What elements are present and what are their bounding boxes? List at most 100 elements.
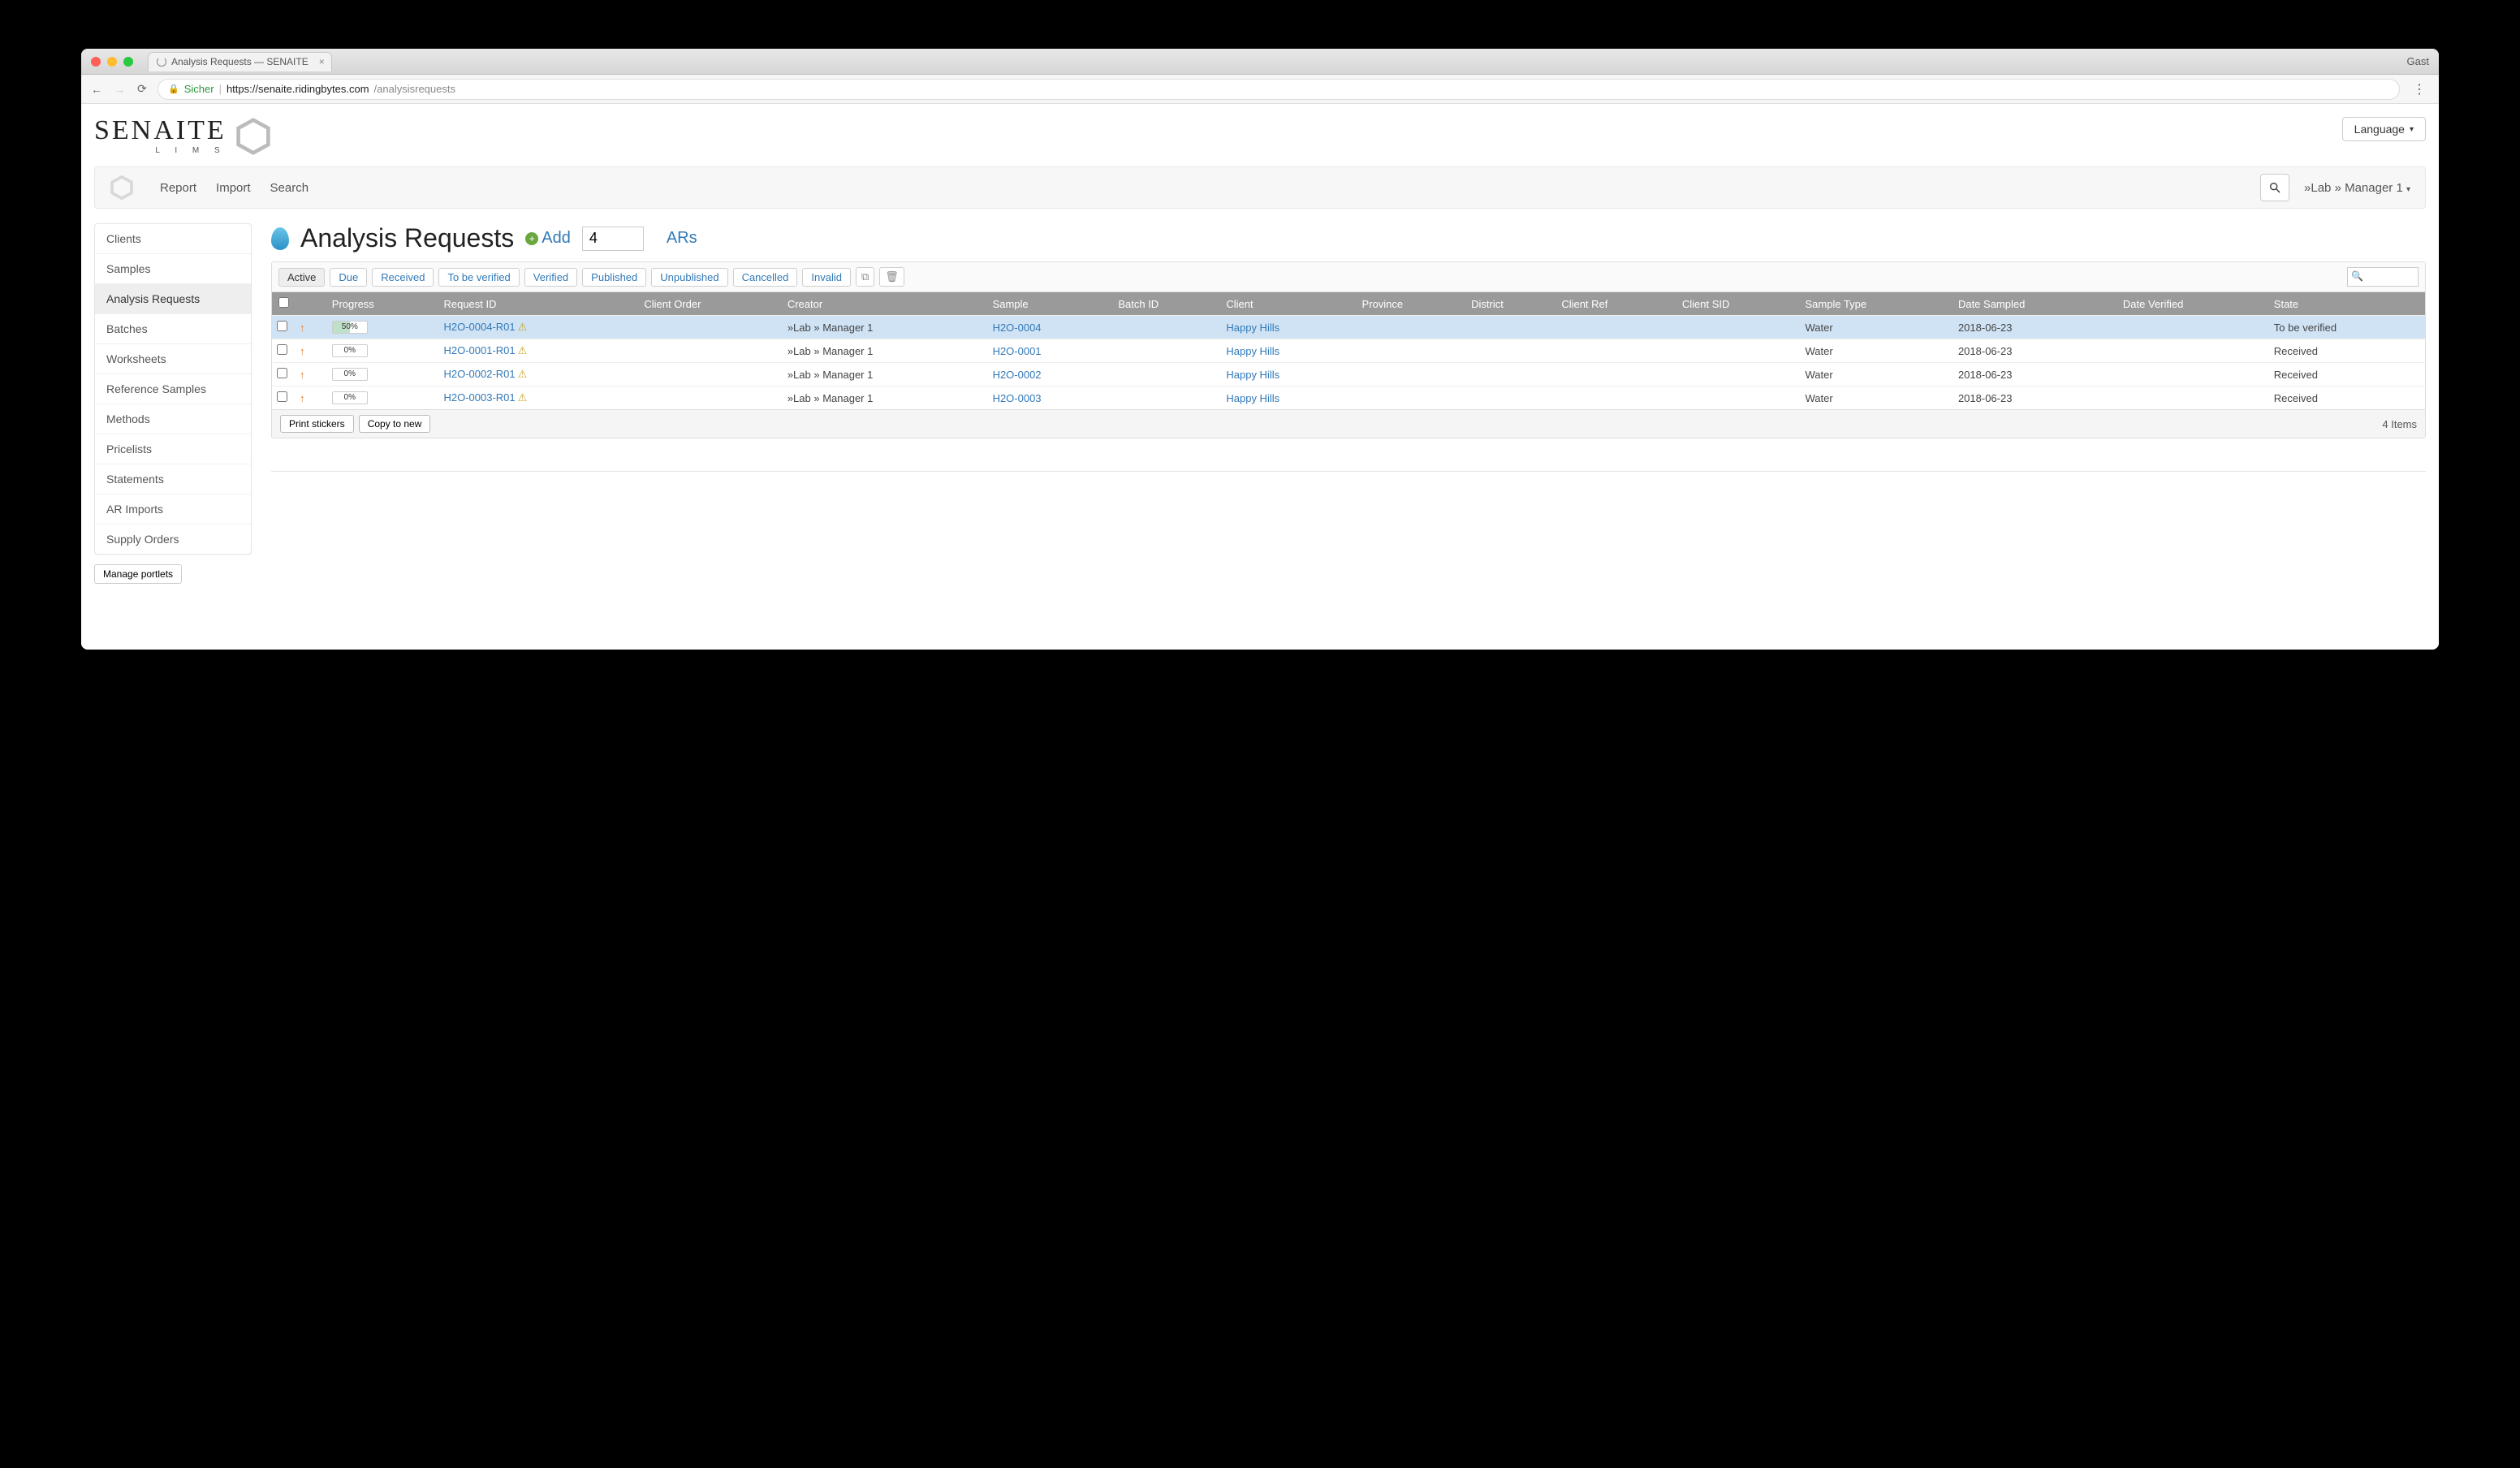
- nav-import[interactable]: Import: [216, 181, 251, 195]
- sample-link[interactable]: H2O-0002: [993, 369, 1042, 381]
- sidebar-item-samples[interactable]: Samples: [95, 254, 251, 284]
- water-drop-icon: [271, 227, 289, 250]
- nav-report[interactable]: Report: [160, 181, 196, 195]
- add-link[interactable]: + Add: [525, 229, 571, 248]
- client-link[interactable]: Happy Hills: [1226, 322, 1279, 334]
- col-batch-id[interactable]: Batch ID: [1113, 292, 1221, 316]
- sidebar-item-methods[interactable]: Methods: [95, 404, 251, 434]
- filter-to-be-verified[interactable]: To be verified: [438, 268, 519, 287]
- cell-creator: »Lab » Manager 1: [783, 339, 988, 363]
- navbar: Report Import Search »Lab » Manager 1 ▾: [94, 166, 2426, 209]
- sidebar-item-batches[interactable]: Batches: [95, 314, 251, 344]
- filter-received[interactable]: Received: [372, 268, 434, 287]
- browser-menu-icon[interactable]: ⋮: [2408, 81, 2431, 97]
- col-district[interactable]: District: [1466, 292, 1556, 316]
- table-search-input[interactable]: [2366, 268, 2414, 286]
- nav-back-button[interactable]: ←: [89, 82, 104, 97]
- cell-priority: ↑: [295, 363, 327, 386]
- row-checkbox[interactable]: [277, 391, 287, 402]
- tab-close-icon[interactable]: ×: [319, 56, 325, 67]
- row-checkbox[interactable]: [277, 344, 287, 355]
- add-count-input[interactable]: [582, 227, 644, 251]
- col-sample-type[interactable]: Sample Type: [1801, 292, 1953, 316]
- col-creator[interactable]: Creator: [783, 292, 988, 316]
- window-controls: [91, 57, 133, 67]
- user-dropdown[interactable]: »Lab » Manager 1 ▾: [2304, 181, 2410, 195]
- sidebar-item-ar-imports[interactable]: AR Imports: [95, 494, 251, 525]
- request-id-link[interactable]: H2O-0001-R01: [443, 344, 515, 356]
- client-link[interactable]: Happy Hills: [1226, 345, 1279, 357]
- cell-client-order: [639, 339, 782, 363]
- logo-text: SENAITE: [94, 117, 227, 145]
- col-sample[interactable]: Sample: [988, 292, 1114, 316]
- nav-reload-button[interactable]: ⟳: [135, 82, 149, 97]
- col-date-verified[interactable]: Date Verified: [2118, 292, 2269, 316]
- copy-icon[interactable]: ⧉: [856, 267, 874, 287]
- client-link[interactable]: Happy Hills: [1226, 369, 1279, 381]
- add-plus-icon: +: [525, 232, 538, 245]
- filter-cancelled[interactable]: Cancelled: [733, 268, 798, 287]
- request-id-link[interactable]: H2O-0002-R01: [443, 368, 515, 380]
- sample-link[interactable]: H2O-0003: [993, 392, 1042, 404]
- url-field[interactable]: 🔒 Sicher | https://senaite.ridingbytes.c…: [158, 79, 2400, 100]
- window-maximize-button[interactable]: [123, 57, 133, 67]
- sidebar-item-pricelists[interactable]: Pricelists: [95, 434, 251, 464]
- filter-active[interactable]: Active: [278, 268, 325, 287]
- search-button[interactable]: [2260, 174, 2289, 201]
- filter-invalid[interactable]: Invalid: [802, 268, 851, 287]
- col-client[interactable]: Client: [1221, 292, 1357, 316]
- language-dropdown[interactable]: Language ▾: [2342, 117, 2426, 141]
- col-client-ref[interactable]: Client Ref: [1556, 292, 1677, 316]
- col-province[interactable]: Province: [1357, 292, 1467, 316]
- sidebar-item-worksheets[interactable]: Worksheets: [95, 344, 251, 374]
- filter-unpublished[interactable]: Unpublished: [651, 268, 727, 287]
- cell-client-sid: [1677, 363, 1801, 386]
- nav-forward-button[interactable]: →: [112, 82, 127, 97]
- window-close-button[interactable]: [91, 57, 101, 67]
- filter-due[interactable]: Due: [330, 268, 367, 287]
- select-all-checkbox[interactable]: [278, 297, 289, 308]
- cell-district: [1466, 363, 1556, 386]
- copy-to-new-button[interactable]: Copy to new: [359, 415, 431, 433]
- table-search[interactable]: 🔍: [2347, 267, 2419, 287]
- filter-verified[interactable]: Verified: [524, 268, 577, 287]
- col-client-sid[interactable]: Client SID: [1677, 292, 1801, 316]
- window-minimize-button[interactable]: [107, 57, 117, 67]
- sidebar-item-clients[interactable]: Clients: [95, 224, 251, 254]
- col-c0[interactable]: [272, 292, 295, 316]
- request-id-link[interactable]: H2O-0003-R01: [443, 391, 515, 404]
- trash-icon[interactable]: 🗑: [879, 267, 904, 287]
- sample-link[interactable]: H2O-0001: [993, 345, 1042, 357]
- ars-link[interactable]: ARs: [667, 229, 697, 248]
- url-host: https://senaite.ridingbytes.com: [227, 83, 369, 95]
- row-checkbox[interactable]: [277, 321, 287, 331]
- filter-published[interactable]: Published: [582, 268, 646, 287]
- nav-hexagon-icon[interactable]: [110, 175, 134, 200]
- col-state[interactable]: State: [2269, 292, 2425, 316]
- sidebar-item-statements[interactable]: Statements: [95, 464, 251, 494]
- browser-tab[interactable]: Analysis Requests — SENAITE ×: [148, 52, 332, 71]
- col-request-id[interactable]: Request ID: [438, 292, 639, 316]
- manage-portlets-button[interactable]: Manage portlets: [94, 564, 182, 584]
- request-id-link[interactable]: H2O-0004-R01: [443, 321, 515, 333]
- col-progress[interactable]: Progress: [327, 292, 439, 316]
- col-c1[interactable]: [295, 292, 327, 316]
- filter-bar: Active Due ReceivedTo be verified Verified P…: [272, 262, 2425, 292]
- logo[interactable]: SENAITE L I M S: [94, 117, 272, 155]
- row-checkbox[interactable]: [277, 368, 287, 378]
- col-client-order[interactable]: Client Order: [639, 292, 782, 316]
- sample-link[interactable]: H2O-0004: [993, 322, 1042, 334]
- col-date-sampled[interactable]: Date Sampled: [1953, 292, 2118, 316]
- hexagon-icon: [235, 118, 272, 155]
- cell-progress: 0%: [327, 386, 439, 410]
- priority-icon: ↑: [300, 369, 305, 381]
- browser-profile[interactable]: Gast: [2407, 55, 2429, 67]
- table-body: ↑50%H2O-0004-R01⚠»Lab » Manager 1H2O-000…: [272, 316, 2425, 410]
- sidebar-item-reference-samples[interactable]: Reference Samples: [95, 374, 251, 404]
- client-link[interactable]: Happy Hills: [1226, 392, 1279, 404]
- sidebar-item-analysis-requests[interactable]: Analysis Requests: [95, 284, 251, 314]
- nav-search[interactable]: Search: [270, 181, 309, 195]
- cell-client-sid: [1677, 339, 1801, 363]
- print-stickers-button[interactable]: Print stickers: [280, 415, 354, 433]
- sidebar-item-supply-orders[interactable]: Supply Orders: [95, 525, 251, 554]
